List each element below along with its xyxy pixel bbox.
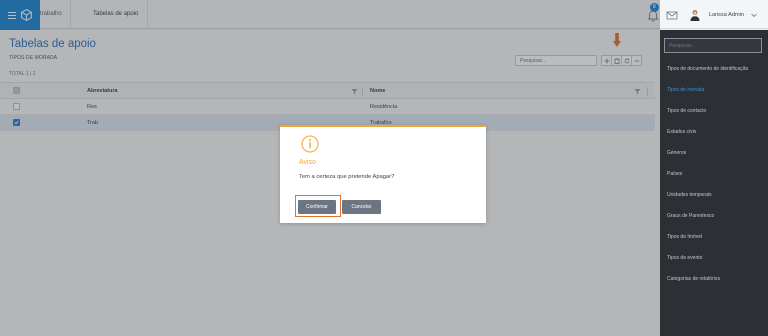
confirm-button[interactable]: Confirmar xyxy=(298,200,336,214)
panel-item-kinship-degrees[interactable]: Graus de Parentesco xyxy=(667,213,714,219)
confirm-dialog: Aviso Tem a certeza que pretende Apagar?… xyxy=(280,125,486,223)
chevron-down-icon[interactable] xyxy=(750,11,758,19)
dialog-message: Tem a certeza que pretende Apagar? xyxy=(299,174,395,180)
panel-search-field[interactable] xyxy=(664,38,762,53)
dialog-title: Aviso xyxy=(299,159,316,166)
info-icon xyxy=(301,135,319,153)
panel-item-report-categories[interactable]: Categorias de relatórios xyxy=(667,276,720,282)
panel-search-input[interactable] xyxy=(665,39,761,52)
panel-item-property-types[interactable]: Tipos de Imóvel xyxy=(667,234,702,240)
panel-item-countries[interactable]: Países xyxy=(667,171,682,177)
panel-item-contact-types[interactable]: Tipos de contacto xyxy=(667,108,706,114)
panel-item-time-units[interactable]: Unidades temporais xyxy=(667,192,711,198)
panel-item-event-types[interactable]: Tipos de evento xyxy=(667,255,702,261)
panel-item-address-types[interactable]: Tipos de morada xyxy=(667,87,704,93)
support-tables-panel: Tipos de documento de identificação Tipo… xyxy=(660,30,768,336)
top-right-area: 0 Larissa Admin xyxy=(646,0,768,29)
mail-icon[interactable] xyxy=(665,8,679,22)
panel-item-id-document-types[interactable]: Tipos de documento de identificação xyxy=(667,66,748,72)
panel-item-genders[interactable]: Géneros xyxy=(667,150,686,156)
user-name[interactable]: Larissa Admin xyxy=(709,12,744,18)
cancel-button[interactable]: Cancelar xyxy=(342,200,381,214)
avatar[interactable] xyxy=(689,9,701,21)
panel-item-marital-status[interactable]: Estados civis xyxy=(667,129,696,135)
